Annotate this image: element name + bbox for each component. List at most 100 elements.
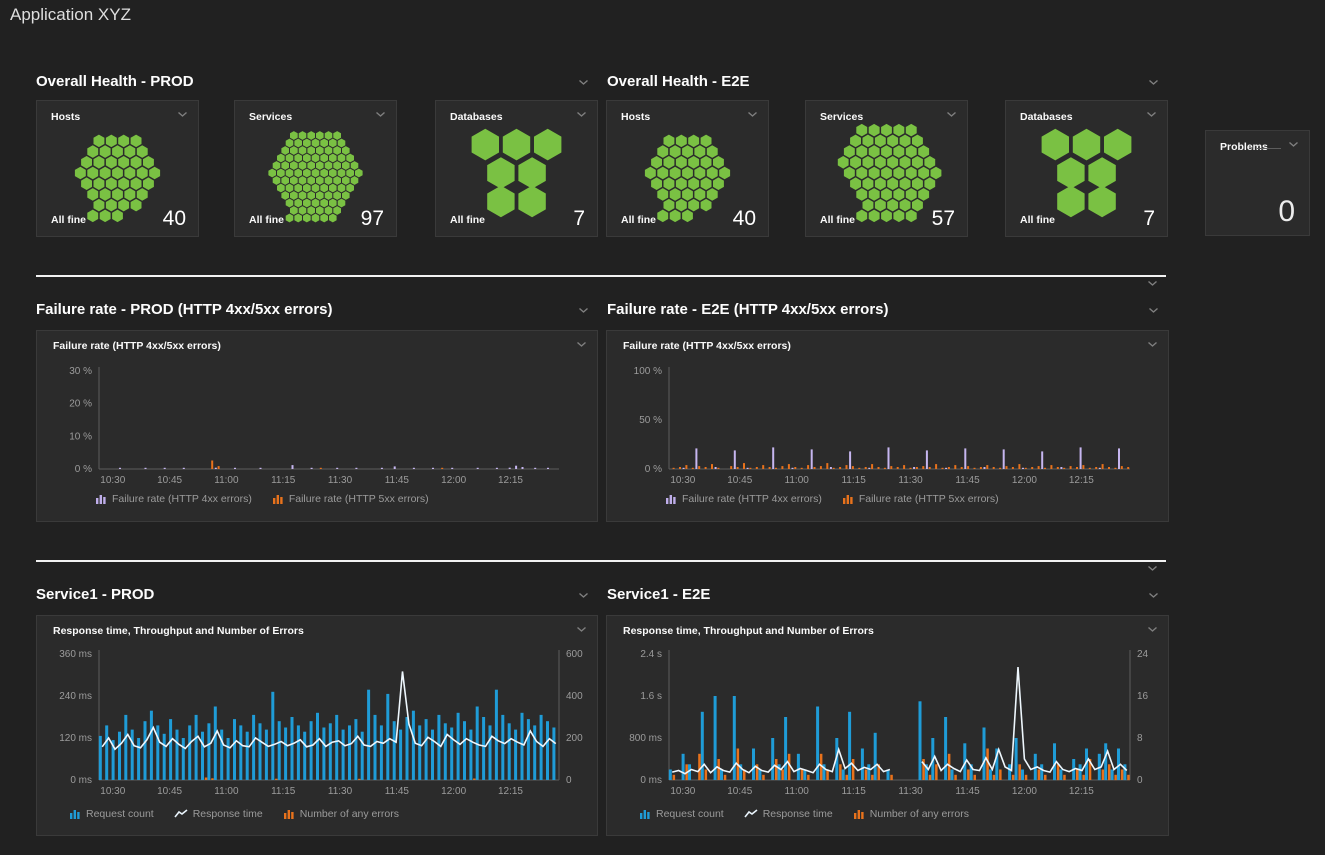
svg-text:12:15: 12:15 xyxy=(498,475,523,486)
svg-text:1.6 s: 1.6 s xyxy=(640,691,662,702)
chart-title: Failure rate (HTTP 4xx/5xx errors) xyxy=(623,340,791,352)
legend-label: Number of any errors xyxy=(870,808,969,820)
section-title-service-e2e: Service1 - E2E xyxy=(607,586,710,603)
legend-label: Request count xyxy=(656,808,724,820)
chevron-down-icon[interactable] xyxy=(578,79,589,86)
chevron-down-icon[interactable] xyxy=(578,307,589,314)
status-text: All fine xyxy=(51,214,86,226)
svg-text:11:30: 11:30 xyxy=(898,786,923,797)
section-title-failure-e2e: Failure rate - E2E (HTTP 4xx/5xx errors) xyxy=(607,301,889,318)
svg-text:12:15: 12:15 xyxy=(1069,475,1094,486)
legend-item[interactable]: Request count xyxy=(639,808,724,820)
section-title-failure-prod: Failure rate - PROD (HTTP 4xx/5xx errors… xyxy=(36,301,333,318)
health-tile-services-prod[interactable]: Services All fine 97 xyxy=(234,100,397,237)
chart-plot: 100 %50 %0 %10:3010:4511:0011:1511:3011:… xyxy=(607,359,1168,491)
svg-text:800 ms: 800 ms xyxy=(629,733,662,744)
svg-text:12:15: 12:15 xyxy=(1069,786,1094,797)
svg-text:0 ms: 0 ms xyxy=(640,775,662,786)
svg-text:2.4 s: 2.4 s xyxy=(640,649,662,660)
legend-item[interactable]: Failure rate (HTTP 4xx errors) xyxy=(95,493,252,505)
svg-text:11:45: 11:45 xyxy=(955,475,980,486)
svg-text:16: 16 xyxy=(1137,691,1149,702)
svg-text:11:00: 11:00 xyxy=(214,786,239,797)
legend-item[interactable]: Response time xyxy=(744,808,833,820)
legend-item[interactable]: Number of any errors xyxy=(283,808,399,820)
svg-text:12:00: 12:00 xyxy=(1012,475,1037,486)
health-tile-databases-e2e[interactable]: Databases All fine 7 xyxy=(1005,100,1168,237)
chart-plot: 2.4 s1.6 s800 ms0 ms24168010:3010:4511:0… xyxy=(607,644,1168,802)
legend-item[interactable]: Number of any errors xyxy=(853,808,969,820)
svg-text:100 %: 100 % xyxy=(634,366,662,377)
legend-item[interactable]: Request count xyxy=(69,808,154,820)
svg-text:11:00: 11:00 xyxy=(785,475,810,486)
section-divider xyxy=(36,560,1166,562)
section-divider xyxy=(36,275,1166,277)
svg-text:10:30: 10:30 xyxy=(100,786,125,797)
line-series-icon xyxy=(174,808,188,820)
entity-count: 7 xyxy=(573,207,585,231)
status-text: All fine xyxy=(621,214,656,226)
svg-text:360 ms: 360 ms xyxy=(59,649,92,660)
chevron-down-icon[interactable] xyxy=(1148,79,1159,86)
chart-title: Response time, Throughput and Number of … xyxy=(53,625,304,637)
svg-text:11:15: 11:15 xyxy=(841,786,866,797)
chart-legend: Failure rate (HTTP 4xx errors) Failure ra… xyxy=(665,493,999,505)
chevron-down-icon[interactable] xyxy=(1147,626,1158,633)
chart-title: Response time, Throughput and Number of … xyxy=(623,625,874,637)
chart-tile-failure-prod[interactable]: Failure rate (HTTP 4xx/5xx errors) 30 %2… xyxy=(36,330,598,522)
health-tile-hosts-e2e[interactable]: Hosts All fine 40 xyxy=(606,100,769,237)
chevron-down-icon[interactable] xyxy=(1148,307,1159,314)
svg-text:10:45: 10:45 xyxy=(157,786,182,797)
chart-title: Failure rate (HTTP 4xx/5xx errors) xyxy=(53,340,221,352)
legend-item[interactable]: Failure rate (HTTP 4xx errors) xyxy=(665,493,822,505)
health-tile-databases-prod[interactable]: Databases All fine 7 xyxy=(435,100,598,237)
chart-tile-failure-e2e[interactable]: Failure rate (HTTP 4xx/5xx errors) 100 %… xyxy=(606,330,1169,522)
svg-text:0 ms: 0 ms xyxy=(70,775,92,786)
chevron-down-icon[interactable] xyxy=(1148,592,1159,599)
entity-count: 40 xyxy=(733,207,756,231)
chevron-down-icon[interactable] xyxy=(1147,280,1158,287)
legend-item[interactable]: Response time xyxy=(174,808,263,820)
chart-tile-service-prod[interactable]: Response time, Throughput and Number of … xyxy=(36,615,598,836)
legend-item[interactable]: Failure rate (HTTP 5xx errors) xyxy=(842,493,999,505)
svg-text:11:00: 11:00 xyxy=(214,475,239,486)
chevron-down-icon[interactable] xyxy=(576,341,587,348)
legend-item[interactable]: Failure rate (HTTP 5xx errors) xyxy=(272,493,429,505)
svg-text:10:30: 10:30 xyxy=(670,786,695,797)
chevron-down-icon[interactable] xyxy=(578,592,589,599)
section-title-health-e2e: Overall Health - E2E xyxy=(607,73,750,90)
svg-text:0: 0 xyxy=(566,775,572,786)
line-series-icon xyxy=(744,808,758,820)
chevron-down-icon[interactable] xyxy=(1147,565,1158,572)
entity-count: 57 xyxy=(932,207,955,231)
svg-text:0 %: 0 % xyxy=(645,464,662,475)
health-tile-hosts-prod[interactable]: Hosts All fine 40 xyxy=(36,100,199,237)
chevron-down-icon[interactable] xyxy=(576,626,587,633)
svg-text:11:30: 11:30 xyxy=(328,786,353,797)
legend-label: Failure rate (HTTP 5xx errors) xyxy=(859,493,999,505)
svg-text:20 %: 20 % xyxy=(69,399,92,410)
bar-series-icon xyxy=(69,808,81,820)
bar-series-icon xyxy=(842,493,854,505)
chart-tile-service-e2e[interactable]: Response time, Throughput and Number of … xyxy=(606,615,1169,836)
svg-text:11:30: 11:30 xyxy=(328,475,353,486)
svg-text:11:15: 11:15 xyxy=(271,475,296,486)
svg-text:11:00: 11:00 xyxy=(785,786,810,797)
section-title-health-prod: Overall Health - PROD xyxy=(36,73,194,90)
entity-count: 7 xyxy=(1143,207,1155,231)
health-tile-services-e2e[interactable]: Services All fine 57 xyxy=(805,100,968,237)
entity-count: 40 xyxy=(163,207,186,231)
svg-text:10:30: 10:30 xyxy=(100,475,125,486)
problems-tile[interactable]: Problems 0 xyxy=(1205,130,1310,236)
svg-text:10:45: 10:45 xyxy=(727,786,752,797)
chevron-down-icon[interactable] xyxy=(1147,341,1158,348)
svg-text:11:45: 11:45 xyxy=(385,786,410,797)
chart-legend: Request count Response time Number of any … xyxy=(639,808,969,820)
svg-text:12:15: 12:15 xyxy=(498,786,523,797)
svg-text:11:15: 11:15 xyxy=(841,475,866,486)
status-text: All fine xyxy=(820,214,855,226)
svg-text:50 %: 50 % xyxy=(639,415,662,426)
problems-trend-line xyxy=(1257,148,1281,149)
chart-legend: Request count Response time Number of any … xyxy=(69,808,399,820)
chevron-down-icon[interactable] xyxy=(1288,141,1299,148)
